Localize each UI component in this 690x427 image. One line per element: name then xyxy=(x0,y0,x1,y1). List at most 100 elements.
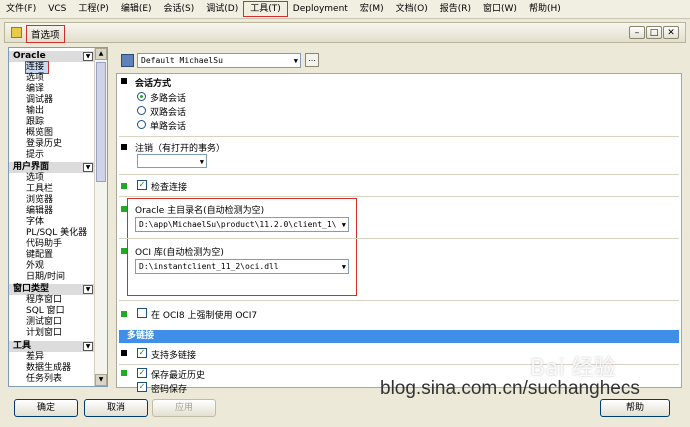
support-multi-connection-label: 支持多链接 xyxy=(151,351,197,361)
support-multi-connection-checkbox[interactable]: ✓ xyxy=(137,348,147,358)
tree-item[interactable]: 差异 xyxy=(26,352,44,363)
tree-item[interactable]: 外观 xyxy=(26,261,44,272)
tree-item[interactable]: 登录历史 xyxy=(26,139,62,150)
dropdown-arrow-icon: ▼ xyxy=(341,221,346,229)
collapse-icon[interactable]: ▼ xyxy=(83,285,93,294)
radio-label: 双路会话 xyxy=(150,108,187,118)
tree-group-window-types[interactable]: 窗口类型 ▼ xyxy=(9,284,95,295)
help-button[interactable]: 帮助 xyxy=(600,399,670,417)
tree-item[interactable]: 字体 xyxy=(26,217,44,228)
tree-item[interactable]: 日期/时间 xyxy=(26,272,65,283)
radio-multi-session[interactable] xyxy=(137,92,146,101)
radio-dual-session[interactable] xyxy=(137,106,146,115)
tree-item[interactable]: 编辑器 xyxy=(26,206,53,217)
oci8-force-label: 在 OCI8 上强制使用 OCI7 xyxy=(151,311,258,321)
tree-item[interactable]: 输出 xyxy=(26,106,44,117)
collapse-icon[interactable]: ▼ xyxy=(83,52,93,61)
radio-label: 单路会话 xyxy=(150,122,187,132)
profile-select[interactable]: Default MichaelSu ▼ xyxy=(137,53,301,68)
menu-project[interactable]: 工程(P) xyxy=(72,2,114,16)
tree-item[interactable]: 任务列表 xyxy=(26,374,62,385)
section-marker-icon xyxy=(121,144,127,150)
save-history-label: 保存最近历史 xyxy=(151,371,206,381)
menu-tools[interactable]: 工具(T) xyxy=(243,1,288,17)
tree-item[interactable]: 调试器 xyxy=(26,95,53,106)
section-marker-icon xyxy=(121,206,127,212)
close-button[interactable]: ✕ xyxy=(663,26,679,39)
divider xyxy=(119,238,679,239)
apply-button[interactable]: 应用 xyxy=(152,399,216,417)
tree-group-ui[interactable]: 用户界面 ▼ xyxy=(9,162,95,173)
tree-item[interactable]: SQL 窗口 xyxy=(26,306,65,317)
menu-report[interactable]: 报告(R) xyxy=(434,2,477,16)
multi-connection-header: 多链接 xyxy=(119,330,679,343)
cancel-button[interactable]: 取消 xyxy=(84,399,148,417)
save-password-label: 密码保存 xyxy=(151,385,188,395)
profile-icon xyxy=(121,54,134,67)
menu-bar: 文件(F) VCS 工程(P) 编辑(E) 会话(S) 调试(D) 工具(T) … xyxy=(0,0,690,19)
tree-item[interactable]: 概览图 xyxy=(26,128,53,139)
minimize-button[interactable]: – xyxy=(629,26,645,39)
collapse-icon[interactable]: ▼ xyxy=(83,163,93,172)
tree-item[interactable]: 跟踪 xyxy=(26,117,44,128)
section-marker-icon xyxy=(121,248,127,254)
tree-item[interactable]: 代码助手 xyxy=(26,239,62,250)
tree-group-oracle[interactable]: Oracle ▼ xyxy=(9,51,95,62)
profile-more-button[interactable]: ... xyxy=(305,53,319,67)
menu-debug[interactable]: 调试(D) xyxy=(200,2,244,16)
menu-macro[interactable]: 宏(M) xyxy=(354,2,390,16)
menu-vcs[interactable]: VCS xyxy=(42,2,72,16)
tree-item[interactable]: 键配置 xyxy=(26,250,53,261)
divider xyxy=(119,300,679,301)
logoff-select[interactable]: ▼ xyxy=(137,154,207,168)
oci8-force-checkbox[interactable] xyxy=(137,308,147,318)
tree-item[interactable]: 浏览器 xyxy=(26,195,53,206)
tree-item[interactable]: 工具栏 xyxy=(26,184,53,195)
section-marker-icon xyxy=(121,311,127,317)
scroll-thumb[interactable] xyxy=(96,62,106,182)
check-connection-checkbox[interactable]: ✓ xyxy=(137,180,147,190)
section-marker-icon xyxy=(121,183,127,189)
menu-help[interactable]: 帮助(H) xyxy=(523,2,567,16)
menu-window[interactable]: 窗口(W) xyxy=(477,2,523,16)
collapse-icon[interactable]: ▼ xyxy=(83,342,93,351)
tree-group-tools[interactable]: 工具 ▼ xyxy=(9,341,95,352)
section-marker-icon xyxy=(121,350,127,356)
tree-item-connection[interactable]: 连接 xyxy=(24,61,50,74)
dropdown-arrow-icon: ▼ xyxy=(199,158,204,166)
oracle-home-select[interactable]: D:\app\MichaelSu\product\11.2.0\client_1… xyxy=(135,217,349,232)
save-history-checkbox[interactable]: ✓ xyxy=(137,368,147,378)
section-marker-icon xyxy=(121,370,127,376)
ok-button[interactable]: 确定 xyxy=(14,399,78,417)
tree-item[interactable]: 计划窗口 xyxy=(26,328,62,339)
divider xyxy=(119,174,679,175)
oci-library-select[interactable]: D:\instantclient_11_2\oci.dll ▼ xyxy=(135,259,349,274)
save-password-checkbox[interactable]: ✓ xyxy=(137,382,147,392)
oci-library-label: OCI 库(自动检测为空) xyxy=(135,248,224,258)
tree-item[interactable]: PL/SQL 美化器 xyxy=(26,228,87,239)
dialog-titlebar: 首选项 – □ ✕ xyxy=(4,22,686,43)
divider xyxy=(119,136,679,137)
check-connection-label: 检查连接 xyxy=(151,183,188,193)
dialog-title: 首选项 xyxy=(26,25,65,43)
menu-deployment[interactable]: Deployment xyxy=(287,2,354,16)
tree-item[interactable]: 数据生成器 xyxy=(26,363,71,374)
menu-document[interactable]: 文档(O) xyxy=(390,2,434,16)
radio-single-session[interactable] xyxy=(137,120,146,129)
menu-session[interactable]: 会话(S) xyxy=(158,2,201,16)
tree-item[interactable]: 测试窗口 xyxy=(26,317,62,328)
scroll-up-icon[interactable]: ▲ xyxy=(95,48,107,60)
radio-label: 多路会话 xyxy=(150,94,187,104)
tree-item[interactable]: 选项 xyxy=(26,173,44,184)
logoff-label: 注销（有打开的事务） xyxy=(135,144,226,154)
menu-edit[interactable]: 编辑(E) xyxy=(115,2,158,16)
tree-item[interactable]: 选项 xyxy=(26,73,44,84)
menu-file[interactable]: 文件(F) xyxy=(0,2,42,16)
scroll-down-icon[interactable]: ▼ xyxy=(95,374,107,386)
maximize-button[interactable]: □ xyxy=(646,26,662,39)
tree-item[interactable]: 编译 xyxy=(26,84,44,95)
tree-item[interactable]: 提示 xyxy=(26,150,44,161)
settings-panel: 会话方式 多路会话 双路会话 单路会话 注销（有打开的事务） ▼ ✓ 检查连接 … xyxy=(116,73,682,395)
tree-scrollbar[interactable]: ▲ ▼ xyxy=(94,48,107,386)
tree-item[interactable]: 程序窗口 xyxy=(26,295,62,306)
